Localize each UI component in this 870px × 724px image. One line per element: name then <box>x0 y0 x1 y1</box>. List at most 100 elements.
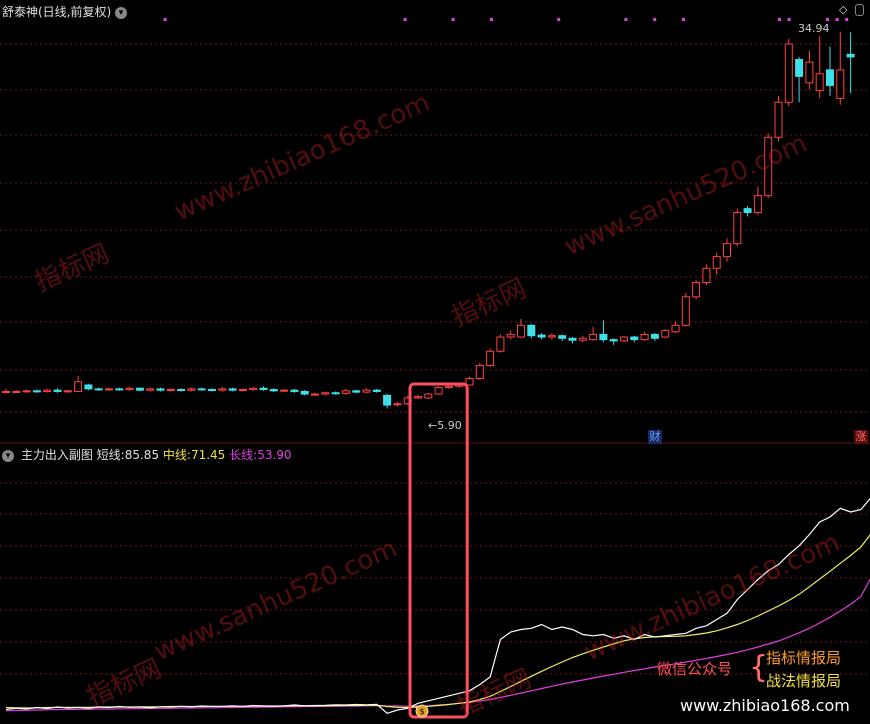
candle-body <box>393 403 402 406</box>
panel-controls[interactable]: ◇ <box>839 3 864 16</box>
candle-body <box>269 389 278 392</box>
signal-dot <box>845 18 849 21</box>
promo-account-2: 战法情报局 <box>766 672 842 690</box>
candle-body <box>558 335 567 339</box>
candle-body <box>424 393 433 399</box>
signal-dot <box>653 18 657 21</box>
candle-body <box>12 390 21 393</box>
candle-body <box>826 69 834 86</box>
event-badge-rise[interactable]: 涨 <box>853 430 868 444</box>
candle-body <box>2 390 10 393</box>
price-low-value: 5.90 <box>437 419 462 432</box>
candle-body <box>105 388 113 391</box>
diamond-icon[interactable]: ◇ <box>839 3 847 16</box>
candle-body <box>115 388 124 391</box>
mid-line-label: 中线: <box>162 448 191 462</box>
candle-body <box>815 73 824 92</box>
signal-dot <box>624 18 628 21</box>
signal-dot <box>557 18 561 21</box>
short-line <box>5 497 870 714</box>
promo-url: www.zhibiao168.com <box>680 696 850 715</box>
candle-body <box>22 390 31 393</box>
candle-body <box>331 392 340 395</box>
candle-body <box>506 333 515 338</box>
candle-body <box>733 212 742 245</box>
candle-body <box>475 365 484 380</box>
candle-body <box>84 384 93 390</box>
candle-body <box>146 388 155 391</box>
main-panel-header: 舒泰神(日线,前复权) ▾ <box>2 3 130 20</box>
event-badge-finance[interactable]: 财 <box>647 430 662 444</box>
candle-body <box>537 334 546 338</box>
short-line-label: 短线: <box>96 448 125 462</box>
signal-dot <box>826 18 829 21</box>
candle-body <box>805 61 814 84</box>
candle-body <box>434 387 443 395</box>
mid-line-value: 71.45 <box>190 448 226 462</box>
candle-body <box>94 388 103 391</box>
candle-body <box>692 282 701 298</box>
candle-body <box>671 324 680 333</box>
candle-body <box>547 335 556 338</box>
candle-body <box>197 388 206 391</box>
candle-body <box>589 333 598 341</box>
candle-body <box>661 330 670 338</box>
chevron-down-icon[interactable]: ▾ <box>115 6 128 19</box>
candle-body <box>341 390 350 394</box>
promo-wechat-label: 微信公众号 <box>657 660 733 678</box>
candle-body <box>259 387 268 391</box>
candle-body <box>218 388 227 391</box>
long-line-value: 53.90 <box>257 448 292 462</box>
candle-body <box>208 389 216 392</box>
short-line-value: 85.85 <box>124 448 160 462</box>
candle-body <box>43 389 52 392</box>
candlestick-series <box>2 31 855 409</box>
stock-title: 舒泰神(日线,前复权) <box>2 5 112 19</box>
candle-body <box>702 267 711 284</box>
candle-body <box>228 388 237 391</box>
candle-body <box>372 389 381 392</box>
candle-body <box>166 389 175 392</box>
candle-body <box>753 195 762 214</box>
mid-line <box>5 533 870 709</box>
candle-body <box>280 389 289 392</box>
signal-dot <box>682 18 685 21</box>
candle-body <box>63 390 72 393</box>
candle-body <box>599 333 608 341</box>
signal-dots <box>163 18 849 21</box>
candle-body <box>290 389 299 392</box>
candle-body <box>125 387 134 391</box>
chart-icons: $ <box>415 704 429 718</box>
candle-body <box>795 58 804 77</box>
candle-body <box>578 337 587 341</box>
candle-body <box>74 381 83 392</box>
scroll-icon[interactable] <box>855 4 864 16</box>
price-high-label: 34.94 <box>798 22 830 35</box>
chevron-down-icon[interactable]: ▾ <box>2 449 14 462</box>
candle-body <box>187 388 196 391</box>
signal-dot <box>163 18 167 21</box>
price-low-label: ←5.90 <box>428 419 462 432</box>
candle-body <box>517 324 525 338</box>
candle-body <box>177 389 186 392</box>
candle-body <box>496 336 505 352</box>
candle-body <box>383 394 392 406</box>
indicator-title: 主力出入副图 <box>20 448 93 462</box>
candle-body <box>53 389 62 392</box>
chart-canvas: $ <box>0 18 870 719</box>
grid-lines <box>0 43 870 675</box>
candle-body <box>723 243 731 258</box>
candle-body <box>238 389 247 392</box>
candle-body <box>681 296 690 326</box>
candle-body <box>321 392 330 395</box>
candle-body <box>650 333 659 339</box>
candle-body <box>32 390 41 393</box>
long-line-label: 长线: <box>229 448 258 462</box>
candle-body <box>362 389 371 393</box>
signal-dot <box>451 18 455 21</box>
candle-body <box>465 378 474 386</box>
indicator-lines <box>5 497 870 714</box>
signal-dot <box>835 18 839 21</box>
candle-body <box>527 324 536 337</box>
candle-body <box>352 390 361 393</box>
